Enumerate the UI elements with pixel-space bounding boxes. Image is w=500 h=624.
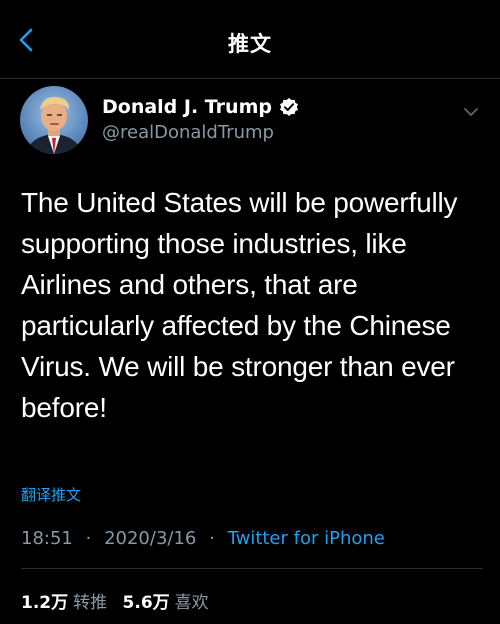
author-name: Donald J. Trump (102, 96, 272, 118)
tweet-author: Donald J. Trump @realDonaldTrump (20, 86, 480, 156)
translate-tweet-link[interactable]: 翻译推文 (21, 484, 81, 505)
tweet-date: 2020/3/16 (104, 528, 197, 549)
tweet-text: The United States will be powerfully sup… (21, 187, 458, 423)
tweet-time: 18:51 (21, 528, 73, 549)
author-handle: @realDonaldTrump (102, 122, 274, 143)
chevron-down-icon (464, 108, 478, 116)
page-title: 推文 (228, 32, 272, 56)
tweet-menu-button[interactable] (462, 104, 480, 118)
avatar-image (20, 86, 88, 154)
verified-badge-icon (279, 97, 299, 117)
avatar[interactable] (20, 86, 88, 154)
tweet-stats: 1.2万 转推 5.6万 喜欢 (21, 588, 219, 613)
meta-separator: · (209, 528, 215, 549)
tweet-source-link[interactable]: Twitter for iPhone (228, 528, 385, 549)
retweet-count[interactable]: 1.2万 (21, 593, 68, 613)
like-label[interactable]: 喜欢 (175, 593, 209, 613)
divider (21, 568, 483, 569)
top-nav-bar: 推文 (0, 0, 500, 79)
meta-separator: · (85, 528, 92, 549)
like-count[interactable]: 5.6万 (123, 593, 170, 613)
tweet-meta: 18:51 · 2020/3/16 · Twitter for iPhone (21, 528, 385, 549)
retweet-label[interactable]: 转推 (73, 593, 107, 613)
author-name-row[interactable]: Donald J. Trump (102, 96, 299, 118)
